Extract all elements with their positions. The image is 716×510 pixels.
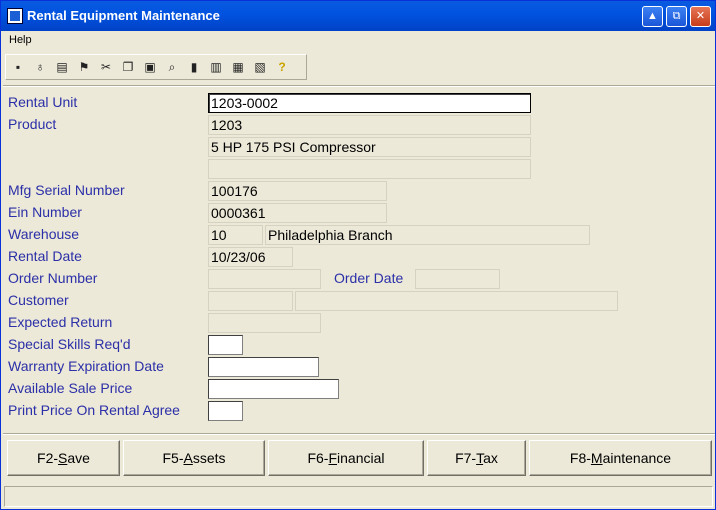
run-icon[interactable]: ⚑: [74, 57, 94, 77]
title-bar[interactable]: Rental Equipment Maintenance ▲ ⧉ ✕: [1, 1, 715, 31]
rental-date-field: 10/23/06: [208, 247, 293, 267]
product-description-2: [208, 159, 531, 179]
order-number-field: [208, 269, 321, 289]
expected-return-label: Expected Return: [8, 314, 113, 330]
status-bar: [4, 486, 713, 507]
warehouse-label: Warehouse: [8, 226, 80, 242]
save-icon[interactable]: ▪: [8, 57, 28, 77]
window-title: Rental Equipment Maintenance: [27, 8, 220, 23]
rental-unit-label: Rental Unit: [8, 94, 78, 110]
rental-date-label: Rental Date: [8, 248, 82, 264]
print-price-label: Print Price On Rental Agree: [8, 402, 180, 418]
print-price-field[interactable]: [208, 401, 243, 421]
cut-icon[interactable]: ✂: [96, 57, 116, 77]
copy-icon[interactable]: ❐: [118, 57, 138, 77]
special-skills-label: Special Skills Req'd: [8, 336, 131, 352]
ein-number-field: 0000361: [208, 203, 387, 223]
product-label: Product: [8, 116, 57, 132]
order-date-label: Order Date: [334, 270, 404, 286]
maintenance-button[interactable]: F8-Maintenance: [529, 440, 712, 476]
close-button[interactable]: ✕: [690, 6, 711, 27]
menu-help[interactable]: Help: [9, 34, 32, 46]
help-icon[interactable]: ?: [272, 57, 292, 77]
mfg-serial-field: 100176: [208, 181, 387, 201]
calculator-icon[interactable]: ▦: [228, 57, 248, 77]
warehouse-name-field: Philadelphia Branch: [265, 225, 590, 245]
warranty-expiration-label: Warranty Expiration Date: [8, 358, 164, 374]
product-description: 5 HP 175 PSI Compressor: [208, 137, 531, 157]
available-sale-price-field[interactable]: [208, 379, 339, 399]
toolbar: ▪ ♁ ▤ ⚑ ✂ ❐ ▣ ⌕ ▮ ▥ ▦ ▧ ?: [5, 54, 307, 80]
tax-button[interactable]: F7-Tax: [427, 440, 526, 476]
paste-icon[interactable]: ▣: [140, 57, 160, 77]
warehouse-code-field: 10: [208, 225, 263, 245]
ein-number-label: Ein Number: [8, 204, 82, 220]
customer-label: Customer: [8, 292, 69, 308]
financial-button[interactable]: F6-Financial: [268, 440, 424, 476]
minimize-button[interactable]: ▲: [642, 6, 663, 27]
rental-equipment-window: Rental Equipment Maintenance ▲ ⧉ ✕ Help …: [0, 0, 716, 510]
order-date-field: [415, 269, 500, 289]
save-button[interactable]: F2-Save: [7, 440, 120, 476]
expected-return-field: [208, 313, 321, 333]
restore-button[interactable]: ⧉: [666, 6, 687, 27]
assets-button[interactable]: F5-Assets: [123, 440, 265, 476]
rental-form: Rental Unit 1203-0002 Product 1203 5 HP …: [1, 87, 715, 433]
rental-unit-field[interactable]: 1203-0002: [208, 93, 531, 113]
basket-icon[interactable]: ♁: [30, 57, 50, 77]
print-icon[interactable]: ▤: [52, 57, 72, 77]
exit-icon[interactable]: ▮: [184, 57, 204, 77]
available-sale-price-label: Available Sale Price: [8, 380, 133, 396]
mfg-serial-label: Mfg Serial Number: [8, 182, 125, 198]
customer-code-field: [208, 291, 293, 311]
warranty-expiration-field[interactable]: [208, 357, 319, 377]
separator-buttons: [3, 433, 715, 435]
product-field: 1203: [208, 115, 531, 135]
order-number-label: Order Number: [8, 270, 98, 286]
calendar-icon[interactable]: ▧: [250, 57, 270, 77]
menu-bar: Help: [1, 31, 715, 50]
app-icon: [7, 8, 23, 24]
chart-icon[interactable]: ▥: [206, 57, 226, 77]
special-skills-field[interactable]: [208, 335, 243, 355]
customer-name-field: [295, 291, 618, 311]
find-icon[interactable]: ⌕: [162, 57, 182, 77]
